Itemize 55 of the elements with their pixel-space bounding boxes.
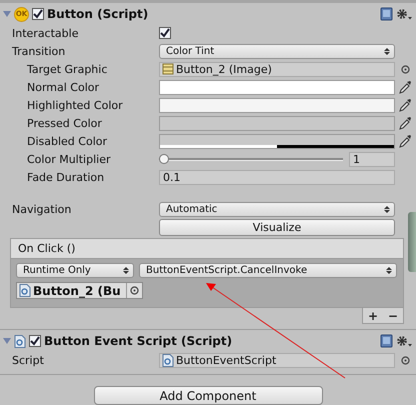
eyedropper-icon[interactable]	[399, 80, 412, 94]
slider-thumb[interactable]	[159, 154, 169, 164]
visualize-button[interactable]: Visualize	[159, 218, 395, 236]
help-book-icon[interactable]	[380, 7, 393, 21]
object-field[interactable]: Button_2 (Image)	[159, 62, 395, 76]
field-label: Disabled Color	[26, 134, 108, 148]
field-label: Normal Color	[26, 80, 100, 94]
eyedropper-icon[interactable]	[399, 98, 412, 112]
scrollbar-thumb[interactable]	[408, 212, 416, 272]
field-label: Highlighted Color	[26, 98, 124, 112]
number-field[interactable]: 0.1	[159, 170, 395, 184]
event-header: On Click ()	[10, 238, 404, 259]
object-picker-icon[interactable]	[401, 356, 410, 364]
add-component-button[interactable]: Add Component	[94, 386, 322, 405]
color-swatch[interactable]	[159, 98, 395, 112]
checkbox[interactable]	[159, 27, 171, 39]
dropdown-arrows-icon	[386, 266, 392, 275]
number-field[interactable]: 1	[349, 152, 395, 166]
help-book-icon[interactable]	[380, 334, 393, 348]
remove-button[interactable]: −	[383, 308, 403, 323]
dropdown[interactable]: Runtime Only	[16, 263, 134, 278]
settings-icon[interactable]	[396, 334, 412, 348]
object-field[interactable]: ButtonEventScript	[159, 352, 395, 368]
script-icon	[14, 334, 26, 348]
eyedropper-icon[interactable]	[399, 134, 412, 148]
field-label: Transition	[12, 44, 66, 58]
dropdown[interactable]: ButtonEventScript.CancelInvoke	[139, 263, 397, 278]
field-label: Color Multiplier	[26, 152, 112, 166]
field-label: Navigation	[12, 202, 72, 216]
dropdown-arrows-icon	[123, 266, 129, 275]
field-label: Target Graphic	[26, 62, 108, 76]
dropdown[interactable]: Color Tint	[159, 44, 395, 58]
color-swatch[interactable]	[159, 134, 395, 148]
dropdown-arrows-icon	[384, 46, 390, 56]
field-label: Pressed Color	[26, 116, 103, 130]
dropdown-arrows-icon	[384, 204, 390, 214]
field-label: Script	[12, 354, 45, 366]
enable-checkbox[interactable]	[29, 335, 41, 347]
add-button[interactable]: +	[363, 308, 383, 323]
image-icon	[162, 63, 174, 75]
script-icon	[19, 284, 31, 297]
enable-checkbox[interactable]	[32, 8, 44, 20]
field-label: Fade Duration	[26, 170, 106, 184]
eyedropper-icon[interactable]	[399, 116, 412, 130]
component-title: Button (Script)	[47, 7, 148, 21]
script-icon	[162, 354, 174, 366]
dropdown[interactable]: Automatic	[159, 202, 395, 216]
color-swatch[interactable]	[159, 116, 395, 130]
field-label: Interactable	[12, 26, 80, 40]
settings-icon[interactable]	[396, 8, 412, 20]
color-swatch[interactable]	[159, 80, 395, 94]
object-picker-icon[interactable]	[130, 286, 139, 295]
component-title: Button Event Script (Script)	[44, 334, 232, 348]
object-picker-icon[interactable]	[401, 64, 410, 74]
object-field[interactable]: Button_2 (Bu	[16, 282, 143, 299]
